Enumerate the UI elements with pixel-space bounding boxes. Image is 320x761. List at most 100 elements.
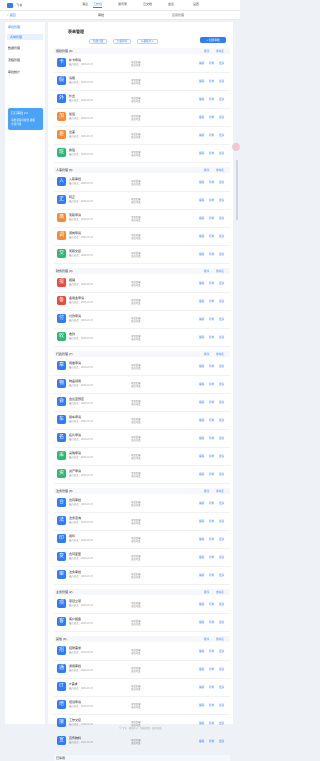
form-row[interactable]: 交 离职交接 最近修改：2023-07-27 可见范围 全员可见 编辑 停用 更… bbox=[54, 246, 230, 264]
form-row[interactable]: 通 通用审批 最近修改：2023-07-27 可见范围 全员可见 编辑 停用 更… bbox=[54, 661, 230, 679]
edit-button[interactable]: 编辑 bbox=[199, 234, 204, 238]
back-link[interactable]: < 返回 bbox=[7, 13, 16, 17]
form-row[interactable]: 物 物品领用 最近修改：2023-07-27 可见范围 全员可见 编辑 停用 更… bbox=[54, 376, 230, 394]
form-row[interactable]: 接 工作交接 最近修改：2023-07-27 可见范围 全员可见 编辑 停用 更… bbox=[54, 715, 230, 733]
more-button[interactable]: 更多 bbox=[219, 418, 224, 422]
edit-button[interactable]: 编辑 bbox=[199, 198, 204, 202]
edit-button[interactable]: 编辑 bbox=[199, 382, 204, 386]
more-button[interactable]: 更多 bbox=[219, 555, 224, 559]
form-row[interactable]: IT IT需求 最近修改：2023-07-27 可见范围 全员可见 编辑 停用 … bbox=[54, 679, 230, 697]
disable-button[interactable]: 停用 bbox=[209, 436, 214, 440]
sort-groups-button[interactable]: 分组排序 bbox=[113, 39, 132, 44]
more-button[interactable]: 更多 bbox=[219, 519, 224, 523]
group-rename-button[interactable]: 重命名 bbox=[216, 168, 224, 172]
disable-button[interactable]: 停用 bbox=[209, 721, 214, 725]
disable-button[interactable]: 停用 bbox=[209, 216, 214, 220]
more-button[interactable]: 更多 bbox=[219, 685, 224, 689]
group-rename-button[interactable]: 重命名 bbox=[216, 269, 224, 273]
more-button[interactable]: 更多 bbox=[219, 115, 224, 119]
more-button[interactable]: 更多 bbox=[219, 133, 224, 137]
disable-button[interactable]: 停用 bbox=[209, 133, 214, 137]
form-row[interactable]: 采 采购申请 最近修改：2023-07-27 可见范围 全员可见 编辑 停用 更… bbox=[54, 448, 230, 466]
form-row[interactable]: 章 用章申请 最近修改：2023-07-27 可见范围 全员可见 编辑 停用 更… bbox=[54, 358, 230, 376]
form-row[interactable]: 备 备用金申请 最近修改：2023-07-27 可见范围 全员可见 编辑 停用 … bbox=[54, 293, 230, 311]
group-rename-button[interactable]: 重命名 bbox=[216, 352, 224, 356]
form-row[interactable]: 外 外出 最近修改：2023-07-27 可见范围 全员可见 编辑 停用 更多 bbox=[54, 91, 230, 109]
more-button[interactable]: 更多 bbox=[219, 382, 224, 386]
form-row[interactable]: 名 名片申请 最近修改：2023-07-27 可见范围 全员可见 编辑 停用 更… bbox=[54, 430, 230, 448]
more-button[interactable]: 更多 bbox=[219, 703, 224, 707]
edit-button[interactable]: 编辑 bbox=[199, 418, 204, 422]
form-row[interactable]: 调 调岗申请 最近修改：2023-07-27 可见范围 全员可见 编辑 停用 更… bbox=[54, 228, 230, 246]
group-sort-button[interactable]: 排序 bbox=[204, 168, 209, 172]
disable-button[interactable]: 停用 bbox=[209, 519, 214, 523]
form-row[interactable]: 招 招聘需求 最近修改：2023-07-27 可见范围 全员可见 编辑 停用 更… bbox=[54, 643, 230, 661]
group-rename-button[interactable]: 重命名 bbox=[216, 49, 224, 53]
more-button[interactable]: 更多 bbox=[219, 501, 224, 505]
edit-button[interactable]: 编辑 bbox=[199, 79, 204, 83]
more-button[interactable]: 更多 bbox=[219, 198, 224, 202]
edit-button[interactable]: 编辑 bbox=[199, 454, 204, 458]
disable-button[interactable]: 停用 bbox=[209, 537, 214, 541]
disable-button[interactable]: 停用 bbox=[209, 198, 214, 202]
group-rename-button[interactable]: 重命名 bbox=[216, 489, 224, 493]
form-row[interactable]: 假 请假 最近修改：2023-07-27 可见范围 全员可见 编辑 停用 更多 bbox=[54, 73, 230, 91]
more-button[interactable]: 更多 bbox=[219, 364, 224, 368]
edit-button[interactable]: 编辑 bbox=[199, 602, 204, 606]
disable-button[interactable]: 停用 bbox=[209, 281, 214, 285]
form-row[interactable]: 审 法务审批 最近修改：2023-07-27 可见范围 全员可见 编辑 停用 更… bbox=[54, 567, 230, 585]
form-row[interactable]: 项 项目立项 最近修改：2023-07-27 可见范围 全员可见 编辑 停用 更… bbox=[54, 596, 230, 614]
edit-button[interactable]: 编辑 bbox=[199, 364, 204, 368]
more-button[interactable]: 更多 bbox=[219, 61, 224, 65]
edit-button[interactable]: 编辑 bbox=[199, 667, 204, 671]
more-button[interactable]: 更多 bbox=[219, 436, 224, 440]
form-row[interactable]: 车 用车申请 最近修改：2023-07-27 可见范围 全员可见 编辑 停用 更… bbox=[54, 412, 230, 430]
edit-button[interactable]: 编辑 bbox=[199, 537, 204, 541]
group-sort-button[interactable]: 排序 bbox=[204, 590, 209, 594]
edit-button[interactable]: 编辑 bbox=[199, 472, 204, 476]
edit-button[interactable]: 编辑 bbox=[199, 739, 204, 743]
nav-tab[interactable]: 通讯录 bbox=[118, 2, 127, 6]
form-row[interactable]: 收 收款 最近修改：2023-07-27 可见范围 全员可见 编辑 停用 更多 bbox=[54, 329, 230, 347]
more-button[interactable]: 更多 bbox=[219, 79, 224, 83]
form-row[interactable]: 印 用印 最近修改：2023-07-27 可见范围 全员可见 编辑 停用 更多 bbox=[54, 531, 230, 549]
edit-button[interactable]: 编辑 bbox=[199, 721, 204, 725]
more-button[interactable]: 更多 bbox=[219, 234, 224, 238]
more-button[interactable]: 更多 bbox=[219, 216, 224, 220]
form-row[interactable]: 资 资产申请 最近修改：2023-07-27 可见范围 全员可见 编辑 停用 更… bbox=[54, 466, 230, 484]
edit-button[interactable]: 编辑 bbox=[199, 151, 204, 155]
more-button[interactable]: 更多 bbox=[219, 620, 224, 624]
disable-button[interactable]: 停用 bbox=[209, 335, 214, 339]
nav-tab[interactable]: 设置 bbox=[193, 2, 199, 6]
form-row[interactable]: 班 换班 最近修改：2023-07-27 可见范围 全员可见 编辑 停用 更多 bbox=[54, 145, 230, 163]
more-button[interactable]: 更多 bbox=[219, 151, 224, 155]
more-button[interactable]: 更多 bbox=[219, 454, 224, 458]
form-row[interactable]: 培 培训申请 最近修改：2023-07-27 可见范围 全员可见 编辑 停用 更… bbox=[54, 697, 230, 715]
edit-button[interactable]: 编辑 bbox=[199, 519, 204, 523]
edit-button[interactable]: 编辑 bbox=[199, 501, 204, 505]
more-button[interactable]: 更多 bbox=[219, 180, 224, 184]
more-button[interactable]: 更多 bbox=[219, 667, 224, 671]
edit-button[interactable]: 编辑 bbox=[199, 573, 204, 577]
disable-button[interactable]: 停用 bbox=[209, 252, 214, 256]
form-row[interactable]: 会 会议室预定 最近修改：2023-07-27 可见范围 全员可见 编辑 停用 … bbox=[54, 394, 230, 412]
form-row[interactable]: 加 加班 最近修改：2023-07-27 可见范围 全员可见 编辑 停用 更多 bbox=[54, 109, 230, 127]
form-row[interactable]: 法 法务咨询 最近修改：2023-07-27 可见范围 全员可见 编辑 停用 更… bbox=[54, 513, 230, 531]
disable-button[interactable]: 停用 bbox=[209, 151, 214, 155]
disable-button[interactable]: 停用 bbox=[209, 418, 214, 422]
more-button[interactable]: 更多 bbox=[219, 537, 224, 541]
edit-button[interactable]: 编辑 bbox=[199, 133, 204, 137]
form-row[interactable]: 离 离职申请 最近修改：2023-07-27 可见范围 全员可见 编辑 停用 更… bbox=[54, 210, 230, 228]
create-approval-button[interactable]: + 创建审批 bbox=[200, 37, 226, 43]
disable-button[interactable]: 停用 bbox=[209, 667, 214, 671]
more-button[interactable]: 更多 bbox=[219, 739, 224, 743]
form-row[interactable]: 正 转正 最近修改：2023-07-27 可见范围 全员可见 编辑 停用 更多 bbox=[54, 192, 230, 210]
edit-button[interactable]: 编辑 bbox=[199, 649, 204, 653]
edit-button[interactable]: 编辑 bbox=[199, 299, 204, 303]
nav-tab[interactable]: 云文档 bbox=[143, 2, 152, 6]
more-button[interactable]: 更多 bbox=[219, 281, 224, 285]
disable-button[interactable]: 停用 bbox=[209, 649, 214, 653]
import-template-button[interactable]: 从模板导入 bbox=[137, 39, 158, 44]
group-rename-button[interactable]: 重命名 bbox=[216, 637, 224, 641]
form-row[interactable]: 合 合同审批 最近修改：2023-07-27 可见范围 全员可见 编辑 停用 更… bbox=[54, 495, 230, 513]
